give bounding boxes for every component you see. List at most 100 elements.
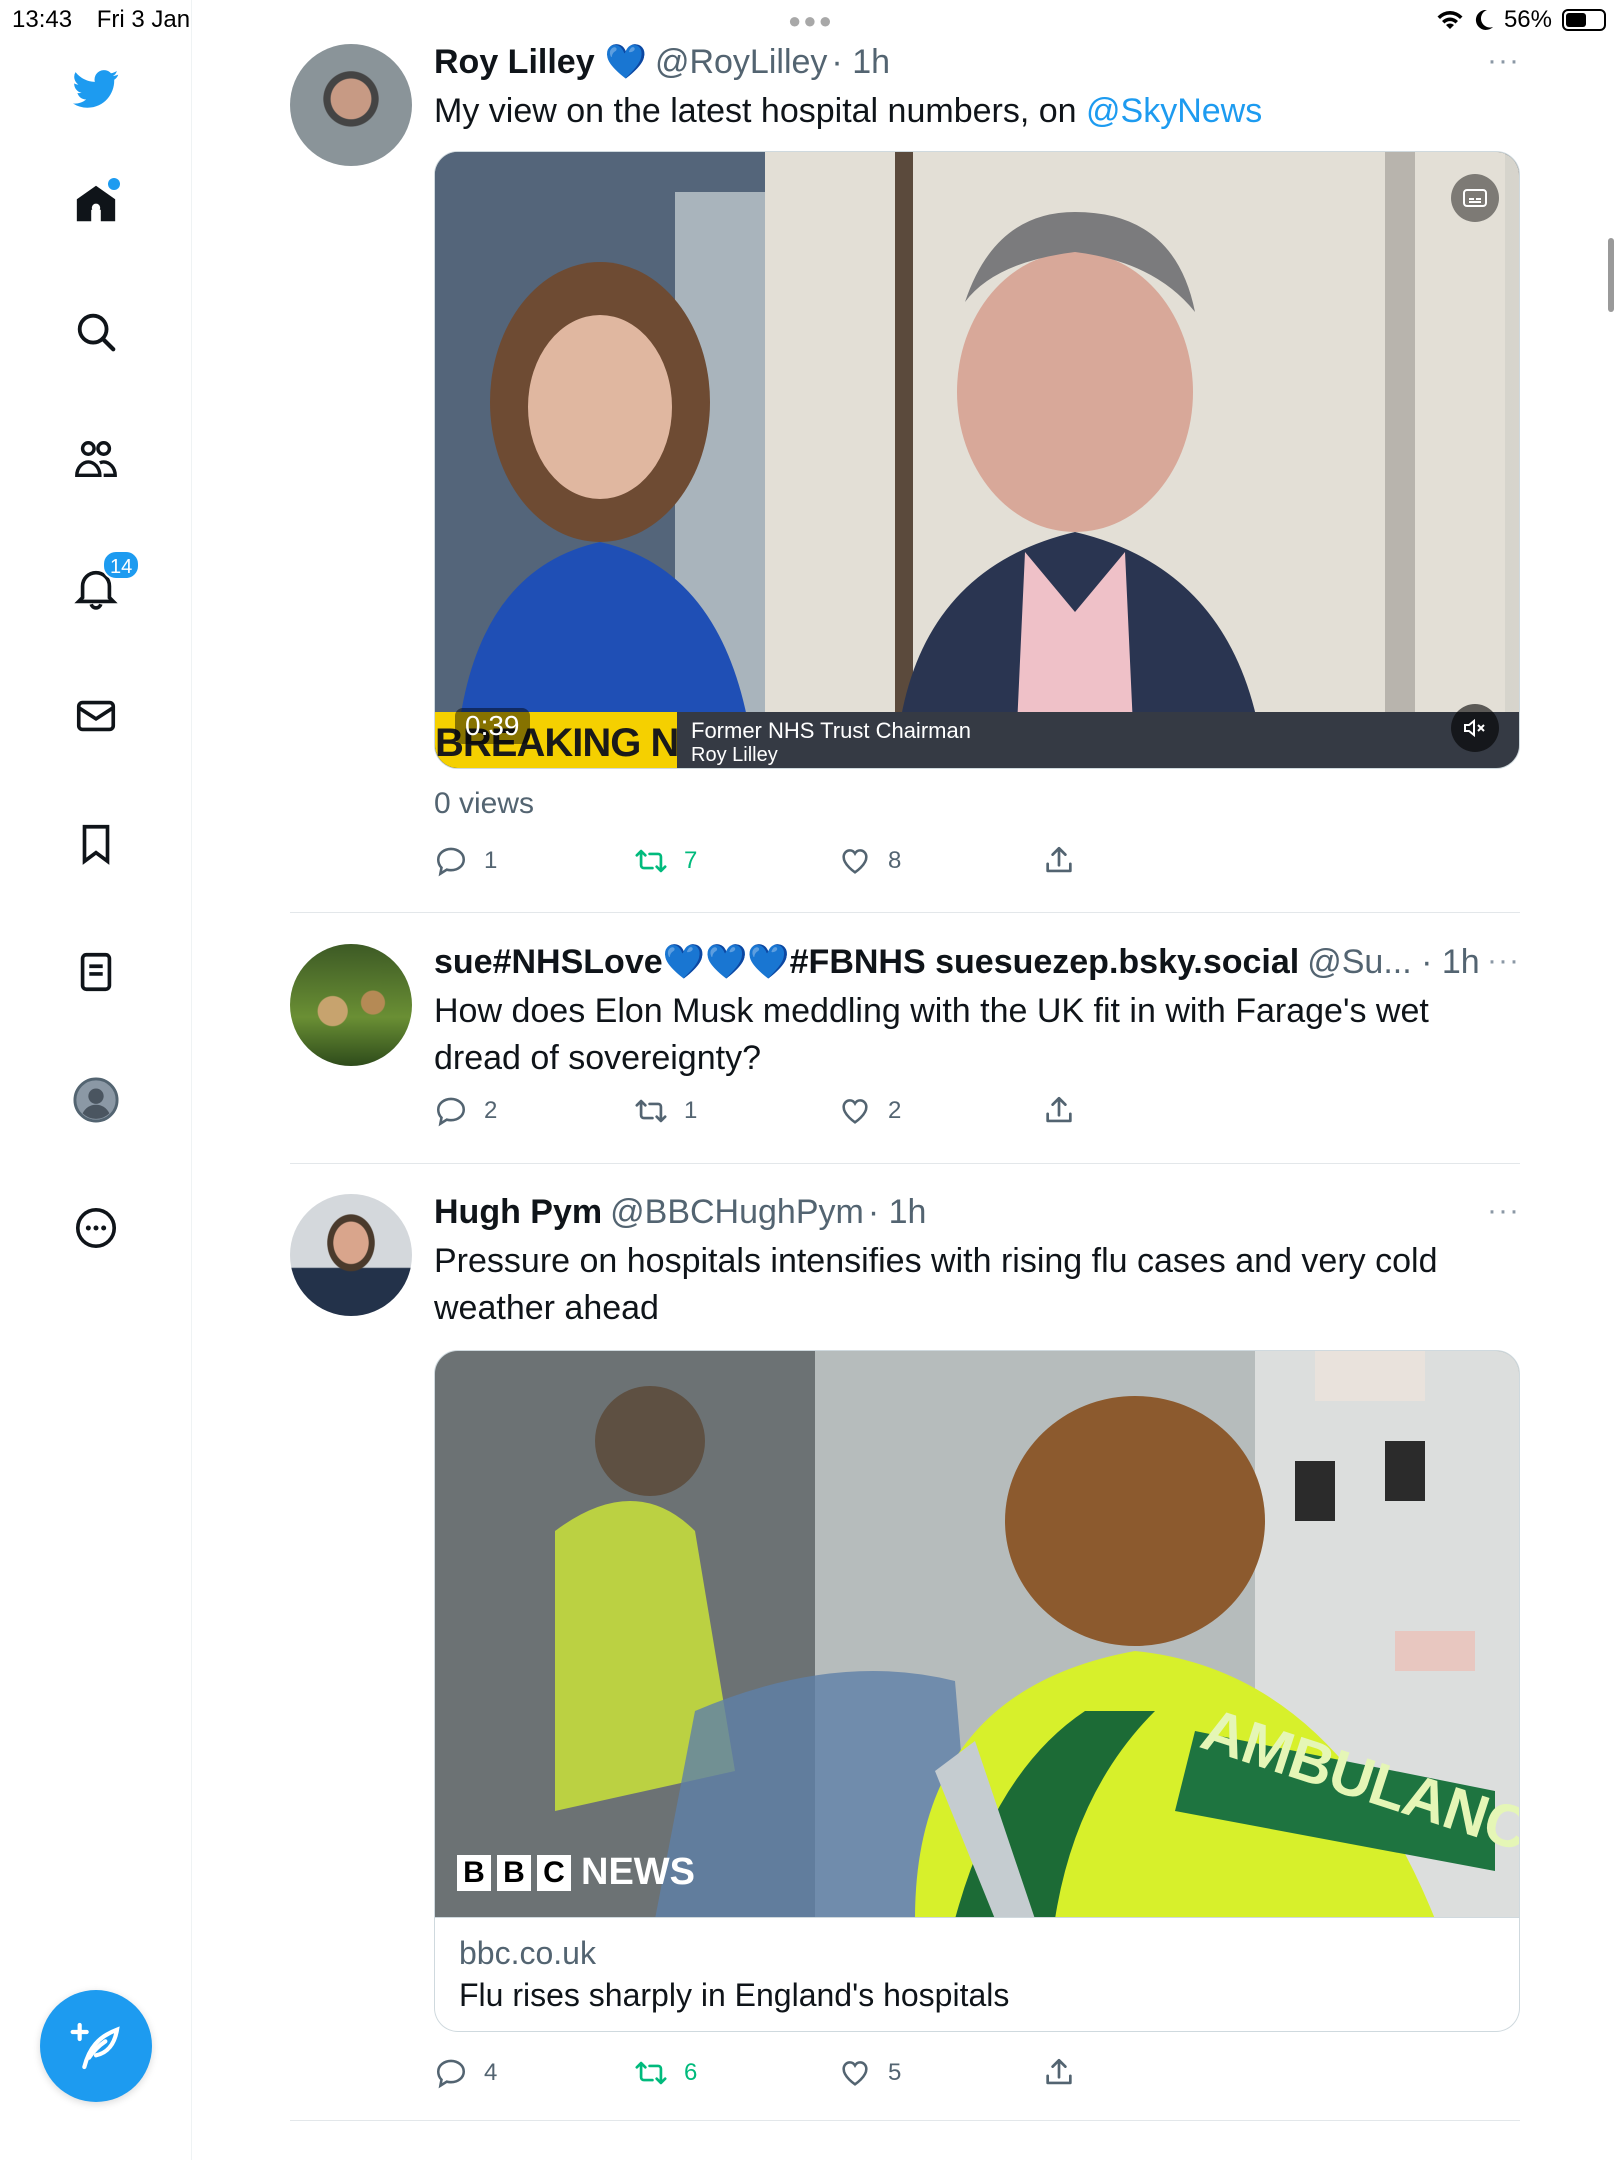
video-duration: 0:39 bbox=[455, 708, 530, 744]
reply-count: 1 bbox=[484, 847, 498, 874]
status-bar: 13:43 Fri 3 Jan ●●● 56% bbox=[0, 0, 1620, 40]
search-icon[interactable] bbox=[66, 302, 126, 362]
like-count: 8 bbox=[888, 847, 902, 874]
like-button[interactable]: 2 bbox=[838, 1094, 901, 1128]
profile-icon[interactable] bbox=[66, 1070, 126, 1130]
heart-icon bbox=[842, 1099, 868, 1124]
reply-button[interactable]: 2 bbox=[434, 1094, 497, 1128]
tweet-header: Roy Lilley 💙 @RoyLilley · 1h bbox=[434, 40, 1520, 84]
bbc-letter: B bbox=[457, 1854, 491, 1891]
retweet-button[interactable]: 7 bbox=[634, 844, 697, 878]
tweet-actions: 4 6 5 bbox=[434, 2056, 1520, 2096]
link-preview-image: AMBULANCE B B C NEWS bbox=[434, 1350, 1520, 1918]
link-preview-card[interactable]: AMBULANCE B B C NEWS bbc.co.uk Flu rises… bbox=[434, 1350, 1520, 2032]
author-handle[interactable]: @Su... · 1h bbox=[1307, 943, 1479, 982]
tweet-divider bbox=[290, 1163, 1520, 1164]
avatar[interactable] bbox=[290, 1194, 412, 1316]
moon-icon bbox=[1475, 9, 1493, 30]
share-button[interactable] bbox=[1042, 2056, 1076, 2090]
avatar[interactable] bbox=[290, 44, 412, 166]
retweet-icon bbox=[635, 1099, 667, 1123]
heart-icon bbox=[842, 849, 868, 874]
avatar[interactable] bbox=[290, 944, 412, 1066]
more-options-icon[interactable]: ··· bbox=[1487, 44, 1520, 78]
ambulance-photo bbox=[435, 1351, 1519, 1917]
compose-icon bbox=[70, 2022, 120, 2070]
retweet-count: 1 bbox=[684, 1097, 698, 1124]
tweet-header: sue#NHSLove💙💙💙#FBNHS suesuezep.bsky.soci… bbox=[434, 940, 1520, 984]
retweet-button[interactable]: 1 bbox=[634, 1094, 697, 1128]
author-handle[interactable]: @BBCHughPym bbox=[610, 1193, 864, 1232]
communities-icon[interactable] bbox=[66, 430, 126, 490]
reply-count: 4 bbox=[484, 2059, 498, 2086]
bbc-news-watermark: B B C NEWS bbox=[457, 1851, 695, 1894]
share-icon bbox=[1046, 2058, 1072, 2085]
share-button[interactable] bbox=[1042, 1094, 1076, 1128]
reply-icon bbox=[436, 2059, 466, 2089]
share-icon bbox=[1046, 846, 1072, 873]
tweet-text: Pressure on hospitals intensifies with r… bbox=[434, 1242, 1438, 1327]
wifi-icon bbox=[1437, 11, 1463, 29]
messages-icon[interactable] bbox=[66, 686, 126, 746]
sidebar: 14 bbox=[0, 0, 192, 2160]
home-icon[interactable] bbox=[66, 174, 126, 234]
like-count: 2 bbox=[888, 1097, 902, 1124]
tweet-actions: 2 1 2 bbox=[434, 1094, 1520, 1134]
bbc-letter: C bbox=[537, 1854, 571, 1891]
tweet-text: My view on the latest hospital numbers, … bbox=[434, 88, 1520, 135]
bbc-news-word: NEWS bbox=[581, 1851, 695, 1893]
tweet-text-body: My view on the latest hospital numbers, … bbox=[434, 92, 1086, 130]
retweet-button[interactable]: 6 bbox=[634, 2056, 697, 2090]
tweet-actions: 1 7 8 bbox=[434, 844, 1520, 884]
tweet-divider bbox=[290, 2120, 1520, 2121]
reply-count: 2 bbox=[484, 1097, 498, 1124]
retweet-count: 7 bbox=[684, 847, 698, 874]
author-name[interactable]: Roy Lilley bbox=[434, 43, 595, 82]
like-button[interactable]: 8 bbox=[838, 844, 901, 878]
scrollbar[interactable] bbox=[1608, 238, 1614, 312]
heart-icon bbox=[842, 2061, 868, 2086]
author-name[interactable]: Hugh Pym bbox=[434, 1193, 602, 1232]
bookmarks-icon[interactable] bbox=[66, 814, 126, 874]
captions-icon[interactable] bbox=[1451, 174, 1499, 222]
link-title: Flu rises sharply in England's hospitals bbox=[459, 1977, 1010, 2013]
compose-button[interactable] bbox=[40, 1990, 152, 2102]
reply-button[interactable]: 1 bbox=[434, 844, 497, 878]
reply-button[interactable]: 4 bbox=[434, 2056, 497, 2090]
mute-icon[interactable] bbox=[1451, 704, 1499, 752]
tweet-text: How does Elon Musk meddling with the UK … bbox=[434, 992, 1429, 1077]
notifications-icon[interactable]: 14 bbox=[66, 550, 141, 618]
video-player[interactable]: BREAKING NEWS Former NHS Trust Chairman … bbox=[434, 151, 1520, 769]
like-button[interactable]: 5 bbox=[838, 2056, 901, 2090]
tweet-time[interactable]: · 1h bbox=[868, 1193, 927, 1232]
mention-link[interactable]: @SkyNews bbox=[1086, 92, 1262, 130]
twitter-logo-icon[interactable] bbox=[66, 58, 126, 118]
status-right: 56% bbox=[1436, 6, 1606, 34]
tweet-header: Hugh Pym @BBCHughPym · 1h bbox=[434, 1190, 1520, 1234]
battery-icon bbox=[1562, 9, 1606, 31]
home-new-dot bbox=[108, 178, 120, 190]
like-count: 5 bbox=[888, 2059, 902, 2086]
video-frame bbox=[435, 152, 1519, 768]
retweet-icon bbox=[635, 2061, 667, 2085]
more-options-icon[interactable]: ··· bbox=[1487, 944, 1520, 978]
more-icon[interactable] bbox=[66, 1198, 126, 1258]
link-card-text[interactable]: bbc.co.uk Flu rises sharply in England's… bbox=[434, 1918, 1520, 2032]
battery-percent: 56% bbox=[1503, 6, 1552, 33]
multitasking-dots[interactable]: ●●● bbox=[788, 8, 834, 34]
more-options-icon[interactable]: ··· bbox=[1487, 1194, 1520, 1228]
tweet-time[interactable]: · 1h bbox=[831, 43, 890, 82]
caption-title: Former NHS Trust Chairman bbox=[691, 718, 971, 743]
verified-icon: 💙 bbox=[604, 43, 647, 81]
caption-name: Roy Lilley bbox=[691, 744, 778, 766]
reply-icon bbox=[436, 847, 466, 877]
lists-icon[interactable] bbox=[66, 942, 126, 1002]
tweet-divider bbox=[290, 912, 1520, 913]
author-name[interactable]: sue#NHSLove💙💙💙#FBNHS suesuezep.bsky.soci… bbox=[434, 942, 1299, 982]
retweet-count: 6 bbox=[684, 2059, 698, 2086]
share-button[interactable] bbox=[1042, 844, 1076, 878]
view-count: 0 views bbox=[434, 787, 535, 820]
retweet-icon bbox=[635, 849, 667, 873]
author-handle[interactable]: @RoyLilley bbox=[655, 43, 827, 82]
notifications-badge: 14 bbox=[102, 550, 141, 580]
